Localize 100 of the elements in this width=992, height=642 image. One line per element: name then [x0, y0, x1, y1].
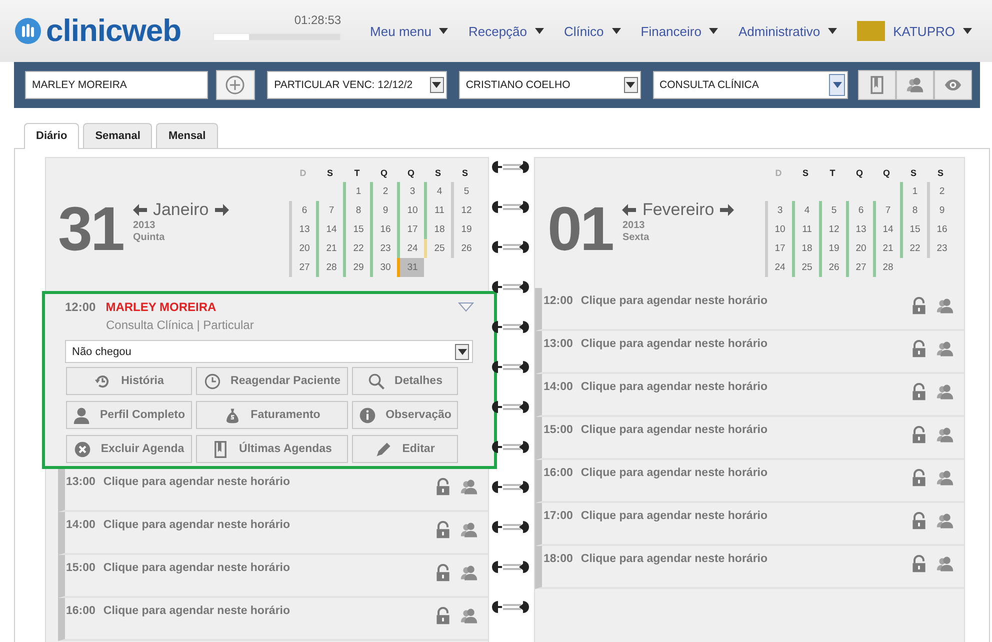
patient-name[interactable]: MARLEY MOREIRA	[106, 300, 216, 314]
schedule-link[interactable]: Clique para agendar neste horário	[103, 562, 290, 596]
menu-item[interactable]: Clínico	[554, 24, 631, 38]
schedule-link[interactable]: Clique para agendar neste horário	[580, 381, 768, 415]
toolbar-icon-button[interactable]	[858, 70, 896, 100]
calendar-day[interactable]: 8	[346, 201, 370, 220]
calendar-day[interactable]: 21	[876, 239, 900, 258]
calendar-day[interactable]: 14	[319, 220, 344, 239]
calendar-day[interactable]: 19	[454, 220, 478, 239]
calendar-day[interactable]: 17	[400, 220, 424, 239]
calendar-day[interactable]: 24	[400, 239, 424, 258]
calendar-day[interactable]: 31	[400, 258, 424, 277]
calendar-day[interactable]: 6	[849, 201, 873, 220]
calendar-day[interactable]: 14	[876, 220, 900, 239]
calendar-day[interactable]: 20	[849, 239, 873, 258]
calendar-day[interactable]: 3	[400, 182, 424, 201]
menu-item[interactable]: Meu menu	[360, 24, 458, 38]
schedule-link[interactable]: Clique para agendar neste horário	[103, 519, 290, 553]
calendar-day[interactable]: 11	[795, 220, 819, 239]
calendar-day[interactable]: 5	[822, 201, 846, 220]
schedule-link[interactable]: Clique para agendar neste horário	[580, 295, 768, 329]
toolbar-icon-button[interactable]	[896, 70, 934, 100]
right-arrow-icon[interactable]	[720, 204, 734, 216]
calendar-day[interactable]: 20	[292, 239, 316, 258]
tab[interactable]: Mensal	[156, 123, 218, 148]
calendar-day[interactable]: 18	[427, 220, 452, 239]
calendar-day[interactable]: 11	[427, 201, 452, 220]
calendar-day[interactable]: 7	[319, 201, 344, 220]
action-button[interactable]: Reagendar Paciente	[196, 367, 348, 395]
schedule-link[interactable]: Clique para agendar neste horário	[580, 424, 768, 458]
select-field[interactable]: CONSULTA CLÍNICA	[652, 71, 848, 99]
tab[interactable]: Semanal	[83, 123, 152, 148]
calendar-day[interactable]: 17	[768, 239, 792, 258]
calendar-day[interactable]: 28	[319, 258, 344, 277]
calendar-day[interactable]: 16	[373, 220, 398, 239]
calendar-day[interactable]: 27	[292, 258, 316, 277]
toolbar-icon-button[interactable]	[934, 70, 972, 100]
schedule-link[interactable]: Clique para agendar neste horário	[103, 476, 290, 510]
select-field[interactable]: CRISTIANO COELHO	[458, 71, 641, 99]
schedule-link[interactable]: Clique para agendar neste horário	[580, 467, 768, 501]
calendar-day[interactable]: 27	[849, 258, 873, 277]
menu-item[interactable]: Financeiro	[630, 24, 728, 38]
schedule-link[interactable]: Clique para agendar neste horário	[580, 338, 768, 372]
action-button[interactable]: Observação	[352, 401, 458, 429]
calendar-day[interactable]: 9	[373, 201, 398, 220]
calendar-day[interactable]: 4	[427, 182, 452, 201]
right-arrow-icon[interactable]	[214, 204, 229, 216]
calendar-day[interactable]: 12	[822, 220, 846, 239]
action-button[interactable]: Últimas Agendas	[196, 435, 348, 463]
status-select[interactable]: Não chegou	[65, 340, 473, 363]
action-button[interactable]: Faturamento	[196, 401, 348, 429]
calendar-day[interactable]: 2	[373, 182, 398, 201]
calendar-day[interactable]: 25	[427, 239, 452, 258]
calendar-day[interactable]: 16	[930, 220, 954, 239]
calendar-day[interactable]: 4	[795, 201, 819, 220]
calendar-day[interactable]: 10	[400, 201, 424, 220]
action-button[interactable]: Perfil Completo	[66, 401, 192, 429]
left-arrow-icon[interactable]	[622, 204, 636, 216]
calendar-day[interactable]: 3	[768, 201, 792, 220]
calendar-day[interactable]: 23	[930, 239, 954, 258]
calendar-day[interactable]: 5	[454, 182, 478, 201]
collapse-triangle-icon[interactable]	[458, 302, 474, 312]
calendar-day[interactable]: 26	[822, 258, 846, 277]
calendar-day[interactable]: 28	[876, 258, 900, 277]
calendar-day[interactable]: 23	[373, 239, 398, 258]
schedule-link[interactable]: Clique para agendar neste horário	[580, 553, 768, 587]
calendar-day[interactable]: 8	[903, 201, 927, 220]
calendar-day[interactable]: 19	[822, 239, 846, 258]
action-button[interactable]: Excluir Agenda	[66, 435, 192, 463]
left-arrow-icon[interactable]	[132, 204, 147, 216]
calendar-day[interactable]: 1	[346, 182, 370, 201]
action-button[interactable]: Editar	[352, 435, 458, 463]
calendar-day[interactable]: 12	[454, 201, 478, 220]
calendar-day[interactable]: 9	[930, 201, 954, 220]
calendar-day[interactable]: 13	[292, 220, 316, 239]
calendar-day[interactable]: 30	[373, 258, 398, 277]
calendar-day[interactable]: 1	[903, 182, 927, 201]
add-button[interactable]	[216, 70, 256, 100]
select-field[interactable]: PARTICULAR VENC: 12/12/2	[267, 71, 447, 99]
calendar-day[interactable]: 21	[319, 239, 344, 258]
calendar-day[interactable]: 26	[454, 239, 478, 258]
user-menu[interactable]: KATUPRO	[847, 21, 982, 41]
calendar-day[interactable]: 22	[903, 239, 927, 258]
calendar-day[interactable]: 7	[876, 201, 900, 220]
calendar-day[interactable]: 18	[795, 239, 819, 258]
action-button[interactable]: História	[66, 367, 192, 395]
schedule-link[interactable]: Clique para agendar neste horário	[103, 605, 290, 639]
calendar-day[interactable]: 24	[768, 258, 792, 277]
calendar-day[interactable]: 10	[768, 220, 792, 239]
calendar-day[interactable]: 2	[930, 182, 954, 201]
calendar-day[interactable]: 15	[903, 220, 927, 239]
calendar-day[interactable]: 6	[292, 201, 316, 220]
calendar-day[interactable]: 29	[346, 258, 370, 277]
calendar-day[interactable]: 22	[346, 239, 370, 258]
calendar-day[interactable]: 25	[795, 258, 819, 277]
menu-item[interactable]: Administrativo	[728, 24, 848, 38]
action-button[interactable]: Detalhes	[352, 367, 458, 395]
schedule-link[interactable]: Clique para agendar neste horário	[580, 510, 768, 544]
tab[interactable]: Diário	[24, 123, 80, 149]
calendar-day[interactable]: 15	[346, 220, 370, 239]
